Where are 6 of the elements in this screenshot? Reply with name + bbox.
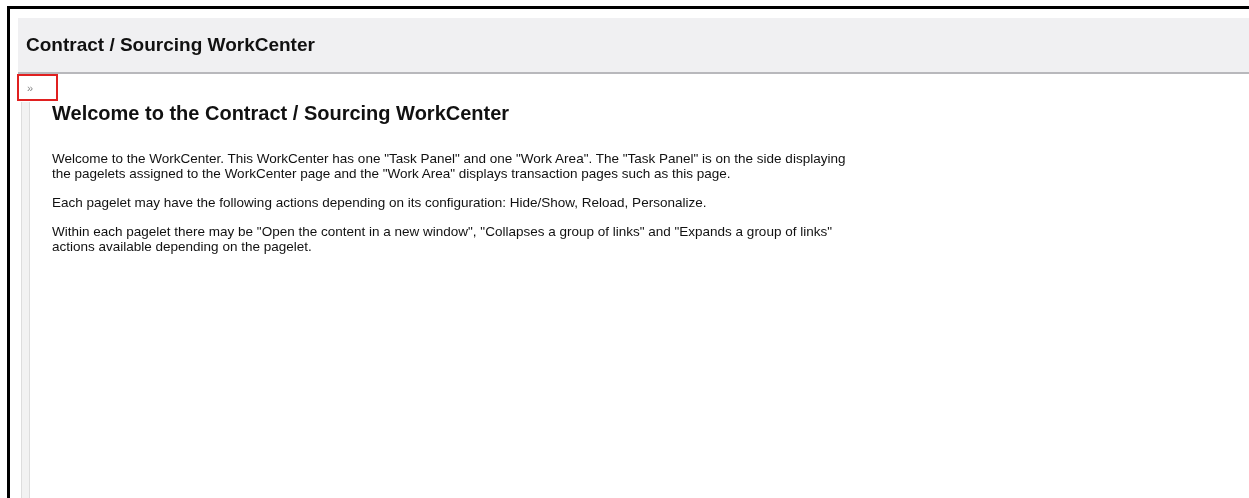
welcome-heading: Welcome to the Contract / Sourcing WorkCenter (52, 102, 511, 125)
paragraph: Each pagelet may have the following actions depending on its configuration: Hide/Show, Reload, Personalize. (52, 195, 708, 210)
page-title: Contract / Sourcing WorkCenter (26, 34, 315, 56)
expand-button[interactable]: » (17, 74, 58, 101)
paragraph: Within each pagelet there may be "Open the content in a new window", "Collapses a group of links" and "Expands a group of links" actions available depending on the pagelet. (52, 224, 833, 254)
paragraph: Welcome to the WorkCenter. This WorkCenter has one "Task Panel" and one "Work Area". The "Task Panel" is on the side displaying the pagelets assigned to the WorkCenter page and the "Work Area" displays transaction pages such as this page. (52, 151, 847, 181)
